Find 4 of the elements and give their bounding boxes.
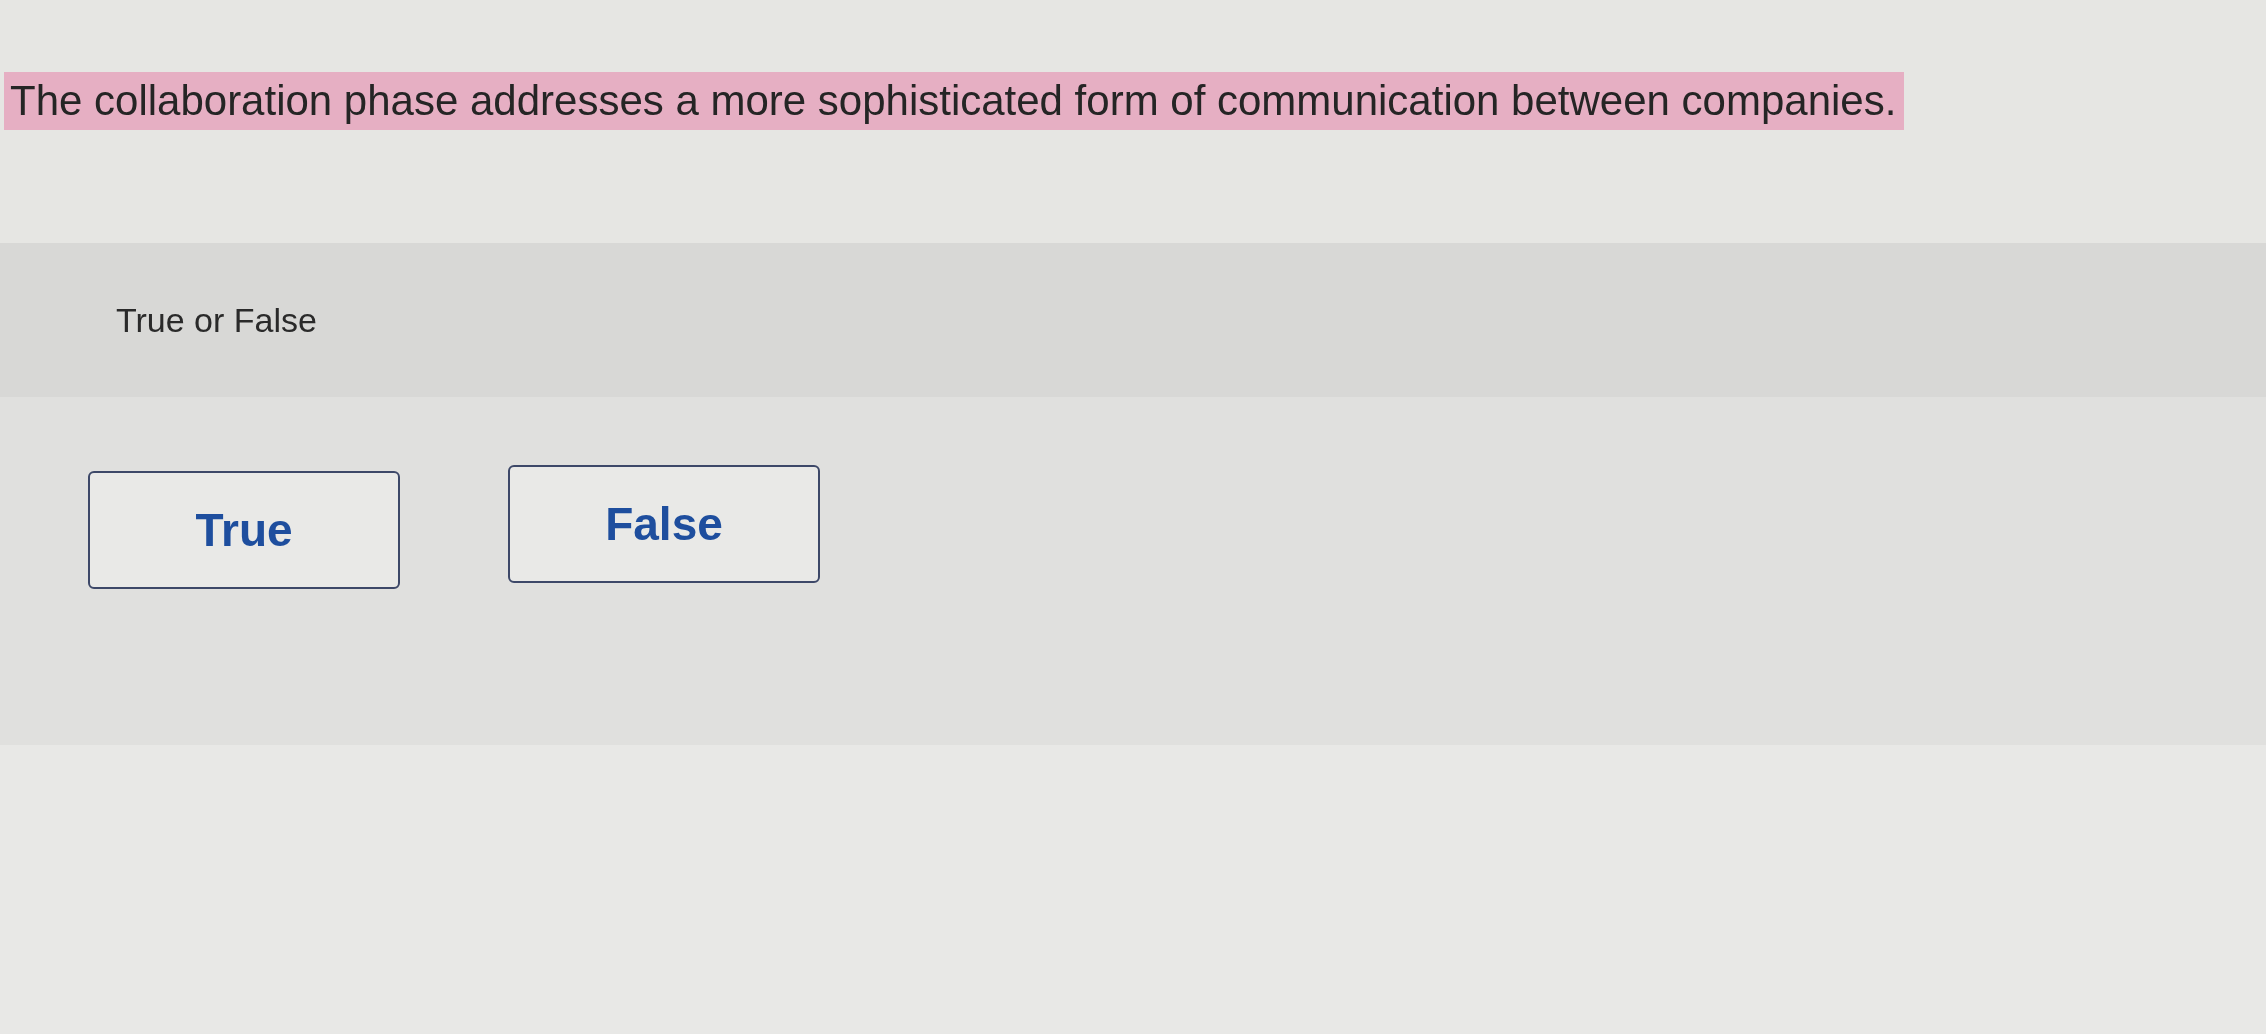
answer-option[interactable]: False	[508, 465, 820, 583]
prompt-text: True or False	[116, 300, 317, 340]
answer-option[interactable]: True	[88, 471, 400, 589]
question-text: The collaboration phase addresses a more sophisticated form of communication between companies.	[4, 72, 1905, 130]
